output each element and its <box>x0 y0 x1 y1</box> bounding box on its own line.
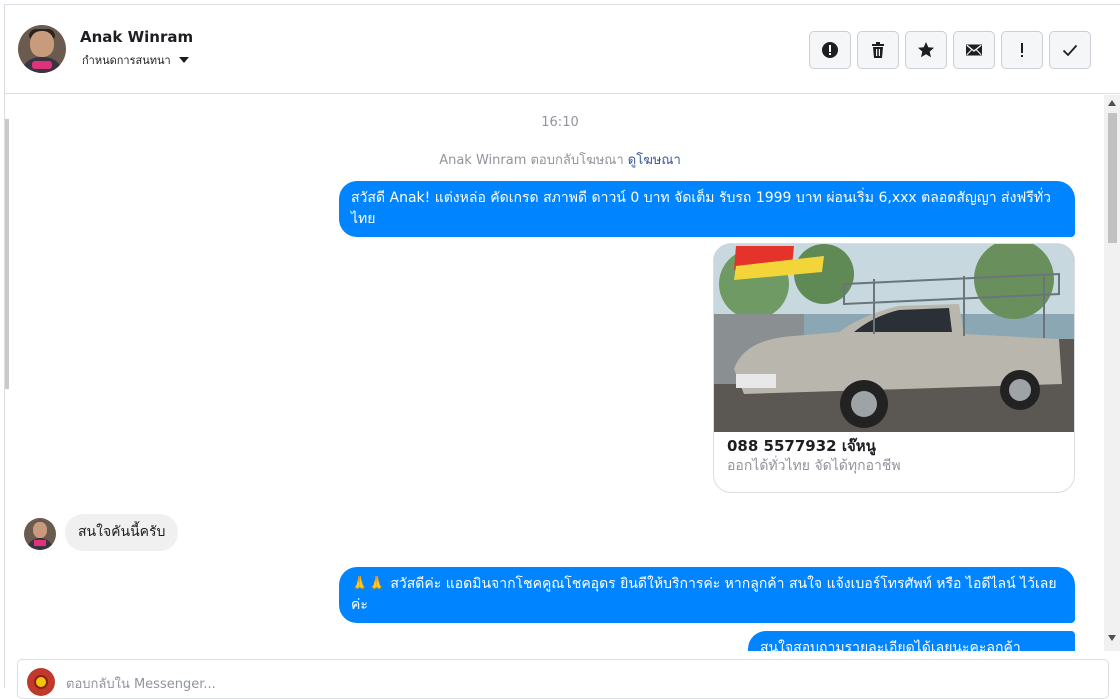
ad-reply-text: Anak Winram ตอบกลับโฆษณา <box>439 153 624 168</box>
messenger-pane: Anak Winram กำหนดการสนทนา 16:10 Anak Win… <box>4 4 1120 699</box>
ad-card[interactable]: 088 5577932 เจ๊หนู ออกได้ทั่วไทย จัดได้ท… <box>713 243 1075 493</box>
envelope-icon <box>966 44 982 56</box>
view-ad-link[interactable]: ดูโฆษณา <box>628 153 681 168</box>
scroll-up-icon[interactable] <box>1108 100 1116 106</box>
ad-truck-image <box>714 244 1074 432</box>
star-icon <box>918 42 934 58</box>
scroll-down-icon[interactable] <box>1108 635 1116 641</box>
outgoing-message: สนใจสอบถามรายละเอียดได้เลยนะคะลูกค้า <box>748 631 1075 651</box>
page-avatar <box>27 668 55 696</box>
ad-reply-notice: Anak Winram ตอบกลับโฆษณา ดูโฆษณา <box>5 149 1115 170</box>
caret-down-icon <box>178 57 189 63</box>
assign-conversation-label: กำหนดการสนทนา <box>82 54 171 67</box>
reply-composer <box>17 659 1109 699</box>
mark-done-button[interactable] <box>1049 31 1091 69</box>
contact-name[interactable]: Anak Winram <box>80 28 193 46</box>
message-thread[interactable]: 16:10 Anak Winram ตอบกลับโฆษณา ดูโฆษณา ส… <box>5 95 1120 651</box>
contact-avatar-small <box>24 518 56 550</box>
follow-up-button[interactable] <box>1001 31 1043 69</box>
header-actions <box>809 31 1091 69</box>
alert-circle-icon <box>822 42 838 58</box>
incoming-message: สนใจคันนี้ครับ <box>65 514 179 551</box>
outgoing-message: 🙏🙏 สวัสดีค่ะ แอดมินจากโชคคูณโชคอุดร ยินด… <box>339 567 1075 623</box>
thread-scrollbar[interactable] <box>1104 95 1120 651</box>
contact-avatar[interactable] <box>18 25 66 73</box>
star-button[interactable] <box>905 31 947 69</box>
outgoing-message: สวัสดี Anak! แต่งหล่อ คัดเกรด สภาพดี ดาว… <box>339 181 1075 237</box>
check-icon <box>1062 44 1078 57</box>
delete-button[interactable] <box>857 31 899 69</box>
reply-input[interactable] <box>66 674 666 694</box>
mark-spam-button[interactable] <box>809 31 851 69</box>
scrollbar-thumb[interactable] <box>1108 113 1117 243</box>
exclamation-icon <box>1021 43 1023 57</box>
message-timestamp: 16:10 <box>541 115 579 130</box>
trash-icon <box>872 42 884 58</box>
assign-conversation-dropdown[interactable]: กำหนดการสนทนา <box>82 51 189 69</box>
conversation-header: Anak Winram กำหนดการสนทนา <box>5 5 1120 94</box>
ad-card-description: ออกได้ทั่วไทย จัดได้ทุกอาชีพ <box>727 458 901 474</box>
mark-unread-button[interactable] <box>953 31 995 69</box>
